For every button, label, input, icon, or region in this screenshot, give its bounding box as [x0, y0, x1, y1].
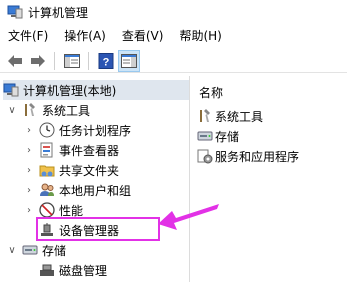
annotation-arrow [158, 204, 219, 230]
